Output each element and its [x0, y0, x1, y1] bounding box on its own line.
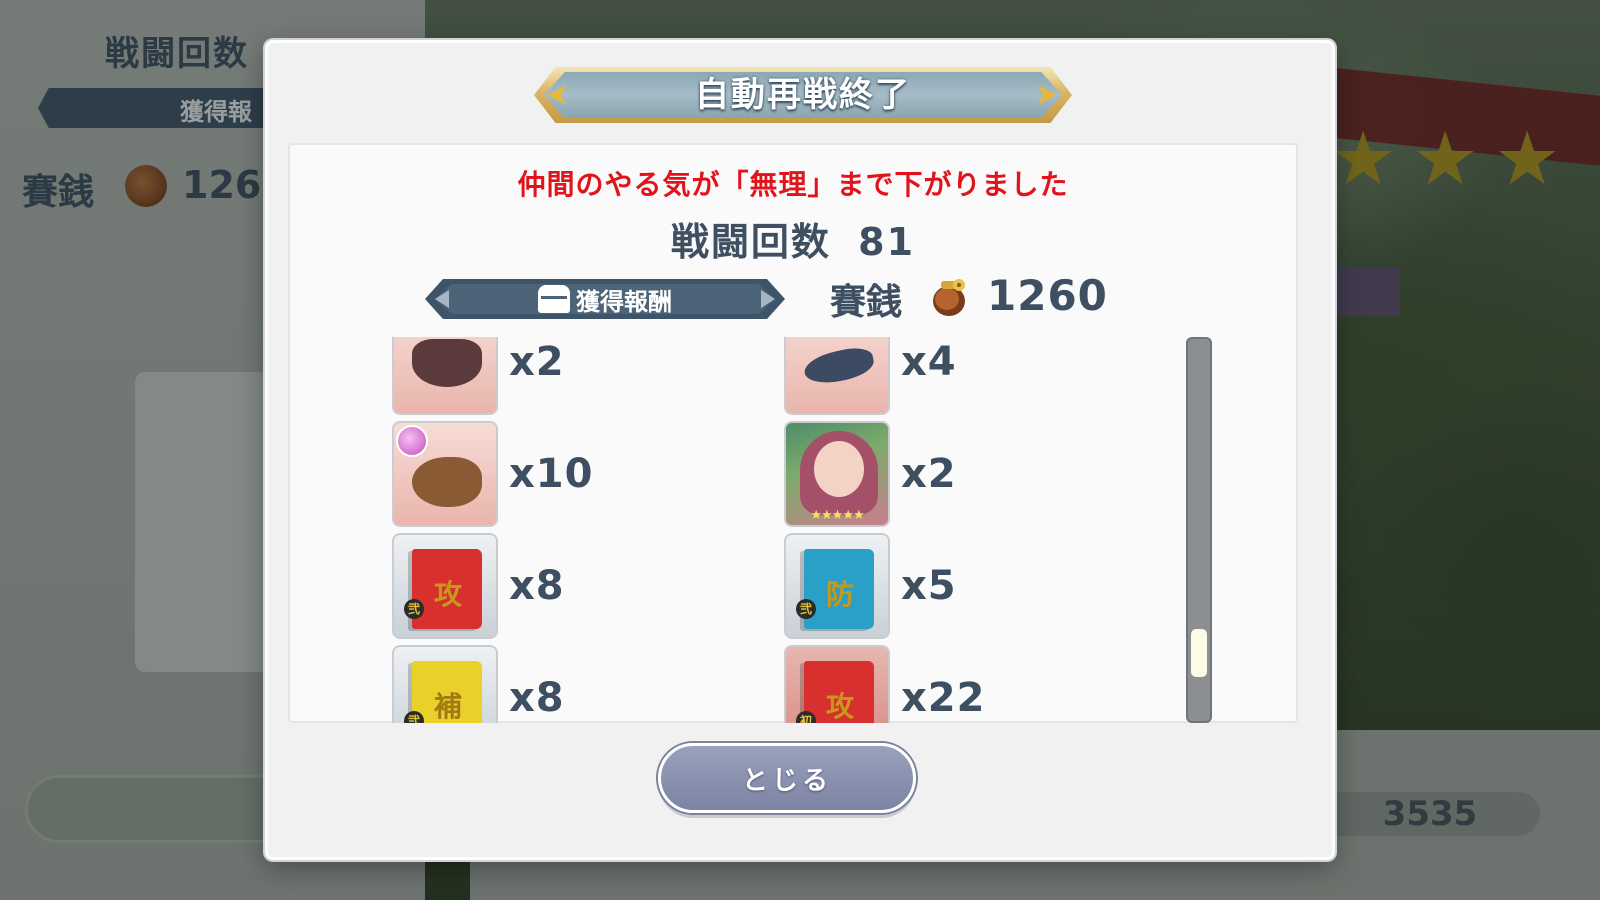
battle-count: 戦闘回数 81 [290, 211, 1296, 266]
scrollbar-thumb[interactable] [1191, 629, 1207, 677]
reward-item[interactable]: 攻 弐 x8 [392, 533, 752, 639]
support-book-icon: 補 弐 [392, 645, 498, 723]
coin-label: 賽銭 [830, 282, 903, 323]
item-quantity: x10 [509, 451, 594, 497]
reward-item[interactable]: x2 [392, 337, 752, 415]
battle-count-value: 81 [858, 220, 916, 264]
coin-value: 1260 [987, 271, 1108, 320]
item-quantity: x5 [901, 563, 957, 609]
reward-list-scrollbar[interactable] [1186, 337, 1212, 723]
brown-stone-icon [392, 421, 498, 527]
battle-count-label: 戦闘回数 [670, 220, 831, 264]
reward-item[interactable]: 補 弐 x8 [392, 645, 752, 723]
dark-crystal-icon [392, 337, 498, 415]
treasure-chest-icon [538, 285, 570, 313]
reward-item[interactable]: 防 弐 x5 [784, 533, 1144, 639]
item-quantity: x8 [509, 563, 565, 609]
blue-shard-icon [784, 337, 890, 415]
reward-item[interactable]: ★★★★★ x2 [784, 421, 1144, 527]
character-portrait-icon: ★★★★★ [784, 421, 890, 527]
result-content: 仲間のやる気が「無理」まで下がりました 戦闘回数 81 獲得報酬 賽銭 1260 [288, 143, 1298, 723]
item-quantity: x2 [901, 451, 957, 497]
item-quantity: x4 [901, 339, 957, 385]
gem-badge-icon [396, 425, 428, 457]
reward-item-list[interactable]: x2 x4 x10 ★★★★★ x2 攻 弐 x8 防 弐 x5 補 弐 x8 … [392, 337, 1192, 723]
item-quantity: x2 [509, 339, 565, 385]
motivation-warning: 仲間のやる気が「無理」まで下がりました [517, 168, 1069, 201]
attack-book-icon: 攻 初 [784, 645, 890, 723]
attack-book-icon: 攻 弐 [392, 533, 498, 639]
reward-item[interactable]: x4 [784, 337, 1144, 415]
close-button[interactable]: とじる [658, 743, 916, 813]
item-quantity: x22 [901, 675, 986, 721]
reward-header: 獲得報酬 [425, 279, 785, 319]
auto-battle-result-dialog: 自動再戦終了 仲間のやる気が「無理」まで下がりました 戦闘回数 81 獲得報酬 … [265, 40, 1335, 860]
reward-item[interactable]: 攻 初 x22 [784, 645, 1144, 723]
item-quantity: x8 [509, 675, 565, 721]
defense-book-icon: 防 弐 [784, 533, 890, 639]
dialog-title: 自動再戦終了 [695, 75, 911, 115]
reward-item[interactable]: x10 [392, 421, 752, 527]
reward-header-label: 獲得報酬 [576, 287, 672, 316]
coin-pouch-icon [933, 279, 965, 316]
